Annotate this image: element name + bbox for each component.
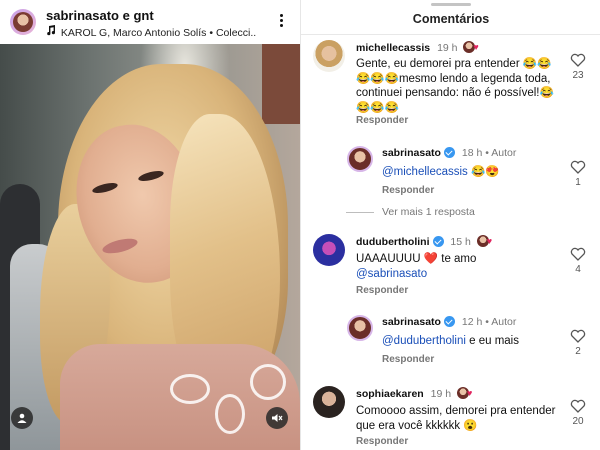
verified-icon <box>443 147 455 158</box>
post-music-label: KAROL G, Marco Antonio Solís • Colecci..… <box>60 27 256 39</box>
post-header: sabrinasato e gnt KAROL G, Marco Antonio… <box>0 0 300 44</box>
comment-text: Gente, eu demorei pra entender 😂😂😂😂😂mesm… <box>356 58 554 114</box>
comment-avatar[interactable] <box>347 146 373 172</box>
post-author-conjunction: e <box>122 8 130 23</box>
comment-mention[interactable]: @sabrinasato <box>356 268 427 280</box>
creator-liked-badge: ♥ <box>476 235 497 247</box>
comment-avatar[interactable] <box>313 40 345 72</box>
comment-time: 19 h <box>437 42 458 54</box>
view-more-replies[interactable]: Ver mais 1 resposta <box>382 206 475 218</box>
like-count: 1 <box>575 177 581 188</box>
creator-liked-badge: ♥ <box>463 41 483 53</box>
reply-button[interactable]: Responder <box>356 436 408 447</box>
sheet-drag-handle[interactable] <box>431 3 471 6</box>
comments-panel: Comentários michellecassis 19 h ♥ Gente,… <box>300 0 600 450</box>
heart-icon[interactable] <box>570 53 586 67</box>
comment-item: michellecassis 19 h ♥ Gente, eu demorei … <box>313 40 600 130</box>
author-tag: • Autor <box>485 147 517 159</box>
like-count: 20 <box>572 416 584 427</box>
post-music[interactable]: KAROL G, Marco Antonio Solís • Colecci..… <box>46 25 256 39</box>
mute-icon[interactable] <box>266 407 288 429</box>
comment-username[interactable]: sabrinasato <box>382 316 441 328</box>
comment-time: 15 h <box>450 236 471 248</box>
comment-time: 19 h <box>430 388 452 400</box>
comment-text: @dudubertholini e eu mais <box>382 334 562 349</box>
reply-button[interactable]: Responder <box>382 185 434 196</box>
comment-avatar[interactable] <box>313 386 345 418</box>
instagram-post-view: sabrinasato e gnt KAROL G, Marco Antonio… <box>0 0 600 450</box>
comment-item: dudubertholini 15 h ♥ UAAAUUUU ❤️ te amo… <box>313 234 600 298</box>
reply-button[interactable]: Responder <box>382 354 434 365</box>
reply-button[interactable]: Responder <box>356 285 408 296</box>
heart-icon[interactable] <box>570 247 586 261</box>
user-tag-icon[interactable] <box>11 407 33 429</box>
like-count: 4 <box>575 264 581 275</box>
post-coauthor-name[interactable]: gnt <box>133 8 153 23</box>
comment-time: 18 h <box>461 147 483 159</box>
comment-username[interactable]: sophiaekaren <box>356 388 424 400</box>
like-count: 23 <box>572 70 584 81</box>
comment-username[interactable]: sabrinasato <box>382 147 441 159</box>
heart-icon[interactable] <box>570 329 586 343</box>
like-count: 2 <box>575 346 581 357</box>
comment-text: UAAAUUUU ❤️ te amo @sabrinasato <box>356 252 556 281</box>
comment-text: @michellecassis 😂😍 <box>382 165 562 180</box>
comment-text-body: e eu mais <box>465 335 519 347</box>
reply-item: sabrinasato 12 h • Autor @dudubertholini… <box>347 315 600 370</box>
comment-text-body: UAAAUUUU ❤️ te amo <box>356 253 477 265</box>
comment-text-body: 😂😍 <box>467 166 500 178</box>
post-author-name[interactable]: sabrinasato <box>46 8 119 23</box>
verified-icon <box>443 316 455 327</box>
creator-liked-badge: ♥ <box>456 387 477 399</box>
post-panel: sabrinasato e gnt KAROL G, Marco Antonio… <box>0 0 300 450</box>
comment-mention[interactable]: @michellecassis <box>382 166 468 178</box>
post-author-avatar[interactable] <box>10 9 36 35</box>
comment-mention[interactable]: @dudubertholini <box>382 335 466 347</box>
heart-icon[interactable] <box>570 399 586 413</box>
post-authors[interactable]: sabrinasato e gnt <box>46 8 154 23</box>
reply-item: sabrinasato 18 h • Autor @michellecassis… <box>347 146 600 201</box>
comment-time: 12 h <box>461 316 483 328</box>
comment-item: sophiaekaren 19 h ♥ Comoooo assim, demor… <box>313 386 600 448</box>
comments-title: Comentários <box>412 12 490 26</box>
comment-avatar[interactable] <box>313 234 345 266</box>
view-more-line <box>346 212 374 213</box>
divider <box>301 34 600 35</box>
comment-username[interactable]: dudubertholini <box>356 236 430 248</box>
comment-text: Comoooo assim, demorei pra entender que … <box>356 405 556 432</box>
comment-avatar[interactable] <box>347 315 373 341</box>
comment-username[interactable]: michellecassis <box>356 42 430 54</box>
author-tag: • Autor <box>485 316 517 328</box>
reply-button[interactable]: Responder <box>356 115 408 126</box>
music-note-icon <box>46 25 58 39</box>
heart-icon[interactable] <box>570 160 586 174</box>
verified-icon <box>432 236 444 247</box>
post-photo[interactable] <box>0 44 300 450</box>
more-options-icon[interactable] <box>274 12 288 32</box>
